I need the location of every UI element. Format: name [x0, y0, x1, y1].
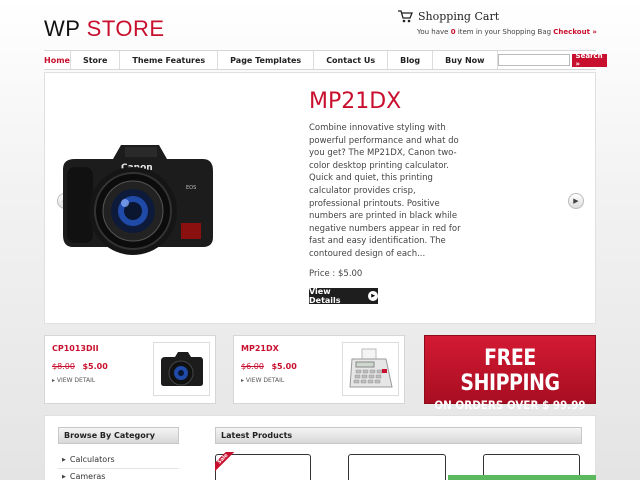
- next-slide-arrow-icon[interactable]: ▶: [568, 193, 584, 209]
- product-thumbnail[interactable]: [342, 342, 399, 396]
- featured-product-title[interactable]: MP21DX: [309, 89, 401, 114]
- main-nav: Home Store Theme Features Page Templates…: [44, 50, 607, 70]
- search-form: Search »: [497, 51, 607, 69]
- camera-model-text: EOS: [186, 185, 196, 191]
- latest-product-thumbnail[interactable]: [348, 454, 446, 480]
- new-price: $5.00: [82, 362, 108, 371]
- nav-item-store[interactable]: Store: [71, 51, 121, 69]
- category-item-calculators[interactable]: ▶ Calculators: [62, 455, 115, 464]
- play-arrow-icon: ▶: [368, 291, 378, 301]
- nav-item-home[interactable]: Home: [44, 51, 71, 69]
- site-logo[interactable]: WP STORE: [44, 16, 165, 42]
- category-item-cameras[interactable]: ▶ Cameras: [62, 472, 105, 480]
- cart-title: Shopping Cart: [418, 10, 500, 23]
- nav-item-theme-features[interactable]: Theme Features: [120, 51, 219, 69]
- cart-prefix: You have: [417, 28, 449, 36]
- view-details-button[interactable]: View Details ▶: [309, 287, 378, 305]
- product-card: MP21DX $6.00 $5.00 ▸ VIEW DETAIL: [233, 335, 405, 404]
- featured-camera-image[interactable]: Canon EOS: [55, 129, 215, 261]
- featured-product-description: Combine innovative styling with powerful…: [309, 123, 461, 259]
- nav-item-page-templates[interactable]: Page Templates: [218, 51, 315, 69]
- shopping-cart-widget: Shopping Cart You have 0 item in your Sh…: [398, 10, 598, 36]
- content-area: Browse By Category ▶ Calculators ▶ Camer…: [44, 415, 596, 480]
- category-divider: [58, 468, 179, 469]
- product-card: CP1013DII $8.00 $5.00 ▸ VIEW DETAIL: [44, 335, 216, 404]
- green-accent-bar: [448, 475, 596, 480]
- product-name[interactable]: CP1013DII: [52, 344, 99, 353]
- new-price: $5.00: [271, 362, 297, 371]
- camera-icon: [160, 352, 203, 386]
- nav-item-contact-us[interactable]: Contact Us: [314, 51, 389, 69]
- logo-text-store: STORE: [86, 16, 165, 41]
- cart-icon: [398, 10, 413, 23]
- category-label: Cameras: [69, 472, 106, 480]
- product-price: $6.00 $5.00: [241, 362, 297, 371]
- checkout-link[interactable]: Checkout »: [553, 28, 597, 36]
- logo-text-wp: WP: [44, 16, 81, 41]
- free-shipping-title: FREE SHIPPING: [460, 346, 560, 396]
- product-thumbnail[interactable]: [153, 342, 210, 396]
- search-button[interactable]: Search »: [571, 52, 607, 68]
- cart-count: 0: [450, 28, 456, 36]
- latest-products-heading: Latest Products: [215, 427, 582, 444]
- browse-by-category-heading: Browse By Category: [58, 427, 179, 444]
- old-price: $8.00: [52, 362, 75, 371]
- cart-suffix: item in your Shopping Bag: [457, 28, 552, 36]
- sale-ribbon: Sale: [215, 452, 237, 474]
- featured-product-price: Price : $5.00: [309, 269, 363, 279]
- free-shipping-banner[interactable]: FREE SHIPPING ON ORDERS OVER $ 99.99: [424, 335, 596, 412]
- nav-item-blog[interactable]: Blog: [388, 51, 434, 69]
- view-details-label: View Details: [309, 287, 341, 305]
- featured-slider: ◀ ▶ Canon EOS MP21DX Combine innovative …: [44, 72, 596, 324]
- sale-label: Sale: [215, 452, 237, 474]
- view-detail-link[interactable]: ▸ VIEW DETAIL: [241, 377, 284, 384]
- search-input[interactable]: [497, 54, 570, 66]
- calculator-icon: [348, 348, 393, 388]
- category-label: Calculators: [69, 455, 115, 464]
- cart-summary: You have 0 item in your Shopping Bag Che…: [417, 28, 598, 36]
- bullet-arrow-icon: ▶: [62, 473, 66, 480]
- view-detail-link[interactable]: ▸ VIEW DETAIL: [52, 377, 95, 384]
- cart-header[interactable]: Shopping Cart: [398, 10, 598, 23]
- nav-item-buy-now[interactable]: Buy Now: [433, 51, 498, 69]
- product-price: $8.00 $5.00: [52, 362, 108, 371]
- product-name[interactable]: MP21DX: [241, 344, 279, 353]
- old-price: $6.00: [241, 362, 264, 371]
- free-shipping-subtitle: ON ORDERS OVER $ 99.99: [434, 398, 586, 412]
- bullet-arrow-icon: ▶: [62, 456, 66, 463]
